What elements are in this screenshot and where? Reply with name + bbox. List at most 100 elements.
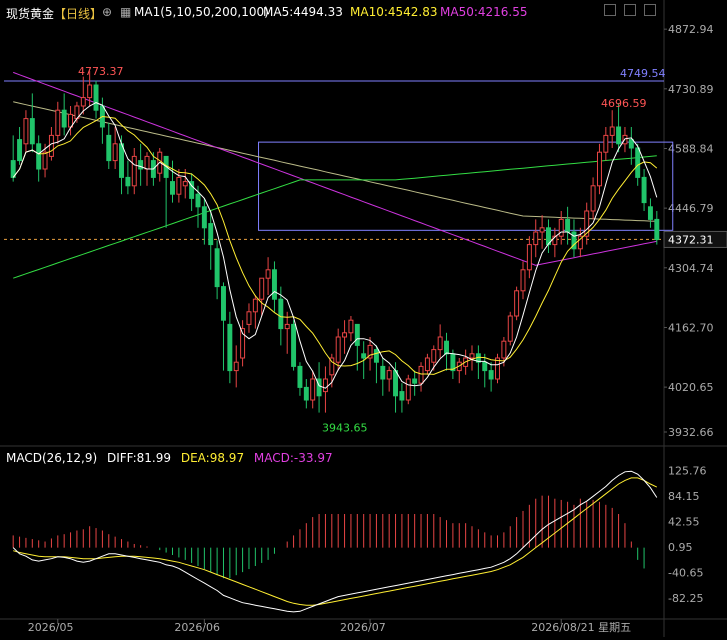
chart-canvas: 4872.94 4730.89 4588.84 4446.79 4304.74 4162.… bbox=[0, 0, 727, 637]
candle-body bbox=[246, 311, 252, 325]
candle-body bbox=[412, 378, 418, 384]
candle-body bbox=[214, 248, 220, 288]
candle-body bbox=[501, 340, 507, 359]
split-icon[interactable] bbox=[624, 4, 636, 16]
candle-body bbox=[495, 357, 500, 380]
candle-body bbox=[565, 218, 571, 233]
candle-body bbox=[354, 323, 360, 346]
candle-body bbox=[635, 147, 641, 178]
ma50-label: MA50:4216.55 bbox=[440, 5, 528, 19]
macd-tick-label: -40.65 bbox=[668, 567, 703, 580]
candle-body bbox=[252, 298, 258, 313]
candle-body bbox=[418, 365, 424, 384]
candle-body bbox=[303, 386, 309, 401]
candle-body bbox=[310, 378, 316, 401]
candle-body bbox=[533, 231, 539, 246]
candle-body bbox=[628, 139, 634, 149]
candle-body bbox=[603, 134, 609, 153]
candle-body bbox=[488, 370, 494, 380]
price-tick-label: 4588.84 bbox=[668, 142, 714, 155]
candle-body bbox=[424, 357, 430, 372]
candle-body bbox=[48, 134, 54, 157]
candle-body bbox=[616, 126, 622, 145]
candle-body bbox=[227, 323, 233, 372]
macd-tick-label: 0.95 bbox=[668, 541, 693, 554]
candle-body bbox=[182, 181, 188, 187]
candle-body bbox=[507, 315, 513, 342]
dea-line bbox=[13, 477, 658, 606]
last-price-label: 4372.31 bbox=[668, 233, 714, 246]
candle-body bbox=[590, 185, 596, 212]
candle-body bbox=[170, 181, 175, 195]
macd-tick-label: -82.25 bbox=[668, 592, 703, 605]
candle-body bbox=[271, 269, 277, 300]
candle-body bbox=[405, 378, 411, 401]
candle-body bbox=[42, 151, 48, 170]
candle-body bbox=[265, 269, 271, 279]
candle-body bbox=[29, 118, 35, 145]
candle-body bbox=[444, 340, 449, 355]
candle-body bbox=[469, 353, 475, 359]
candle-body bbox=[399, 391, 405, 401]
period-label[interactable]: 【日线】 bbox=[54, 5, 102, 22]
candle-body bbox=[201, 206, 207, 229]
macd-value-label: MACD:-33.97 bbox=[253, 451, 333, 465]
grid-icon[interactable]: ▦ bbox=[120, 5, 131, 19]
candle-body bbox=[386, 370, 392, 380]
ma5-label: MA5:4494.33 bbox=[263, 5, 343, 19]
chart-stage: 4872.94 4730.89 4588.84 4446.79 4304.74 4162.… bbox=[0, 0, 727, 637]
candle-body bbox=[437, 336, 443, 351]
candle-body bbox=[93, 84, 99, 111]
macd-header: MACD(26,12,9) DIFF:81.99 DEA:98.97 MACD:… bbox=[6, 451, 339, 465]
candle-body bbox=[80, 97, 86, 107]
x-tick-label: 2026/06 bbox=[174, 621, 220, 634]
candle-body bbox=[380, 365, 386, 380]
candle-body bbox=[119, 143, 124, 178]
layout-icon[interactable] bbox=[604, 4, 616, 16]
macd-tick-label: 42.55 bbox=[668, 516, 700, 529]
candle-body bbox=[61, 109, 67, 128]
candle-body bbox=[87, 84, 93, 99]
candle-body bbox=[322, 378, 328, 393]
macd-title: MACD(26,12,9) bbox=[6, 451, 98, 465]
candle-body bbox=[539, 227, 545, 233]
candle-body bbox=[131, 155, 137, 187]
price-tick-label: 4730.89 bbox=[668, 83, 714, 96]
candle-body bbox=[361, 353, 367, 359]
candle-body bbox=[335, 336, 341, 363]
candle-body bbox=[221, 286, 226, 321]
chart-header: 现货黄金 【日线】 ⊕ ▦ MA1(5,10,50,200,100) MA5:4… bbox=[0, 0, 727, 22]
candle-body bbox=[348, 319, 354, 334]
candle-body bbox=[520, 269, 526, 292]
candle-body bbox=[138, 160, 144, 170]
x-tick-label: 2026/08/21 星期五 bbox=[531, 621, 631, 634]
candle-body bbox=[144, 155, 150, 170]
candle-body bbox=[208, 223, 214, 246]
x-tick-label: 2026/07 bbox=[340, 621, 386, 634]
macd-tick-label: 125.76 bbox=[668, 465, 707, 478]
close-icon[interactable] bbox=[644, 4, 656, 16]
candle-body bbox=[641, 176, 647, 204]
candle-body bbox=[112, 143, 118, 162]
low-label: 3943.65 bbox=[322, 421, 368, 434]
price-tick-label: 4446.79 bbox=[668, 202, 714, 215]
candle-body bbox=[431, 349, 437, 363]
candle-body bbox=[596, 151, 602, 187]
candle-body bbox=[106, 134, 112, 162]
candle-body bbox=[125, 176, 131, 187]
candle-body bbox=[195, 193, 201, 208]
price-tick-label: 3932.66 bbox=[668, 426, 714, 439]
candle-body bbox=[36, 143, 42, 170]
candle-body bbox=[259, 277, 265, 300]
price-tick-label: 4162.70 bbox=[668, 321, 714, 334]
x-tick-label: 2026/05 bbox=[28, 621, 74, 634]
symbol-label[interactable]: 现货黄金 bbox=[6, 5, 54, 22]
candle-body bbox=[23, 118, 29, 145]
settings-icon[interactable]: ⊕ bbox=[102, 5, 112, 19]
candle-body bbox=[176, 176, 182, 195]
ma-params-label: MA1(5,10,50,200,100) bbox=[134, 5, 269, 19]
macd-tick-label: 84.15 bbox=[668, 490, 700, 503]
macd-diff-label: DIFF:81.99 bbox=[106, 451, 172, 465]
candle-body bbox=[291, 323, 297, 367]
candle-body bbox=[647, 206, 653, 220]
